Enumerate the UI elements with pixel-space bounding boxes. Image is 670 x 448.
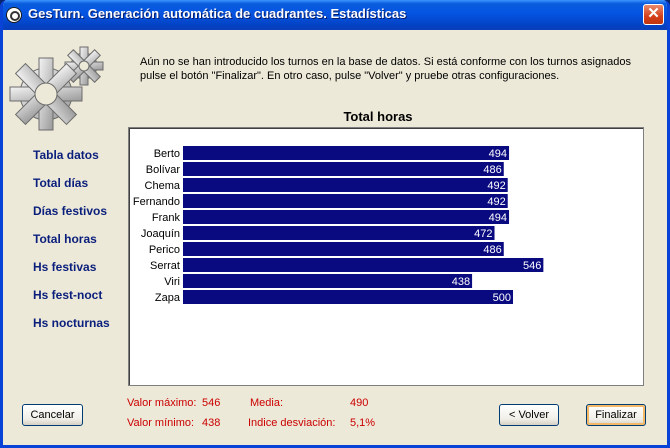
bar bbox=[183, 146, 510, 160]
max-label: Valor máximo: bbox=[127, 397, 197, 409]
gears-icon bbox=[9, 46, 104, 131]
nav-item-tabla-datos[interactable]: Tabla datos bbox=[33, 148, 123, 176]
category-label: Bolívar bbox=[146, 164, 181, 176]
category-label: Frank bbox=[152, 212, 181, 224]
bar bbox=[183, 210, 510, 224]
stats-nav: Tabla datos Total días Días festivos Tot… bbox=[33, 148, 123, 344]
window-title: GesTurn. Generación automática de cuadra… bbox=[28, 6, 407, 21]
bar bbox=[183, 226, 495, 240]
bar-value-label: 494 bbox=[489, 212, 507, 224]
bar-value-label: 492 bbox=[487, 180, 505, 192]
bar bbox=[183, 178, 508, 192]
category-label: Serrat bbox=[150, 260, 180, 272]
category-label: Zapa bbox=[155, 292, 181, 304]
bar-value-label: 486 bbox=[483, 244, 501, 256]
nav-item-total-horas[interactable]: Total horas bbox=[33, 232, 123, 260]
bar bbox=[183, 242, 504, 256]
min-label: Valor mínimo: bbox=[127, 417, 195, 429]
category-label: Viri bbox=[164, 276, 180, 288]
cancel-button[interactable]: Cancelar bbox=[22, 404, 83, 426]
close-button[interactable]: ✕ bbox=[643, 4, 664, 25]
bar bbox=[183, 290, 513, 304]
bar-value-label: 500 bbox=[493, 292, 511, 304]
chart-plot: Berto 494 Bolívar 486 Chema 492 Fernando 492 Fra… bbox=[133, 146, 544, 304]
nav-item-dias-festivos[interactable]: Días festivos bbox=[33, 204, 123, 232]
bar bbox=[183, 274, 473, 288]
wizard-window: GesTurn. Generación automática de cuadra… bbox=[0, 0, 670, 448]
bar-value-label: 492 bbox=[487, 196, 505, 208]
app-icon bbox=[6, 7, 22, 23]
max-value: 546 bbox=[202, 397, 221, 409]
bar-value-label: 494 bbox=[489, 148, 507, 160]
category-label: Joaquín bbox=[141, 228, 180, 240]
category-label: Perico bbox=[149, 244, 180, 256]
category-label: Berto bbox=[154, 148, 180, 160]
bar bbox=[183, 194, 508, 208]
total-horas-chart: Berto 494 Bolívar 486 Chema 492 Fernando 492 Fra… bbox=[128, 127, 644, 386]
bar-value-label: 546 bbox=[523, 260, 541, 272]
category-label: Fernando bbox=[133, 196, 180, 208]
nav-item-hs-festivas[interactable]: Hs festivas bbox=[33, 260, 123, 288]
bar-value-label: 486 bbox=[483, 164, 501, 176]
nav-item-total-dias[interactable]: Total días bbox=[33, 176, 123, 204]
nav-item-hs-nocturnas[interactable]: Hs nocturnas bbox=[33, 316, 123, 344]
min-value: 438 bbox=[202, 417, 221, 429]
wizard-content: Aún no se han introducido los turnos en … bbox=[3, 30, 667, 445]
finish-button[interactable]: Finalizar bbox=[586, 404, 646, 426]
bar bbox=[183, 162, 504, 176]
nav-item-hs-fest-noct[interactable]: Hs fest-noct bbox=[33, 288, 123, 316]
bar-value-label: 472 bbox=[474, 228, 492, 240]
bar bbox=[183, 258, 544, 272]
info-message: Aún no se han introducido los turnos en … bbox=[140, 56, 632, 82]
deviation-label: Indice desviación: bbox=[248, 417, 336, 429]
mean-value: 490 bbox=[350, 397, 369, 409]
title-bar[interactable]: GesTurn. Generación automática de cuadra… bbox=[3, 0, 667, 30]
back-button[interactable]: < Volver bbox=[499, 404, 559, 426]
bar-value-label: 438 bbox=[452, 276, 470, 288]
category-label: Chema bbox=[145, 180, 181, 192]
deviation-value: 5,1% bbox=[350, 417, 376, 429]
chart-title: Total horas bbox=[343, 109, 413, 124]
mean-label: Media: bbox=[250, 397, 284, 409]
